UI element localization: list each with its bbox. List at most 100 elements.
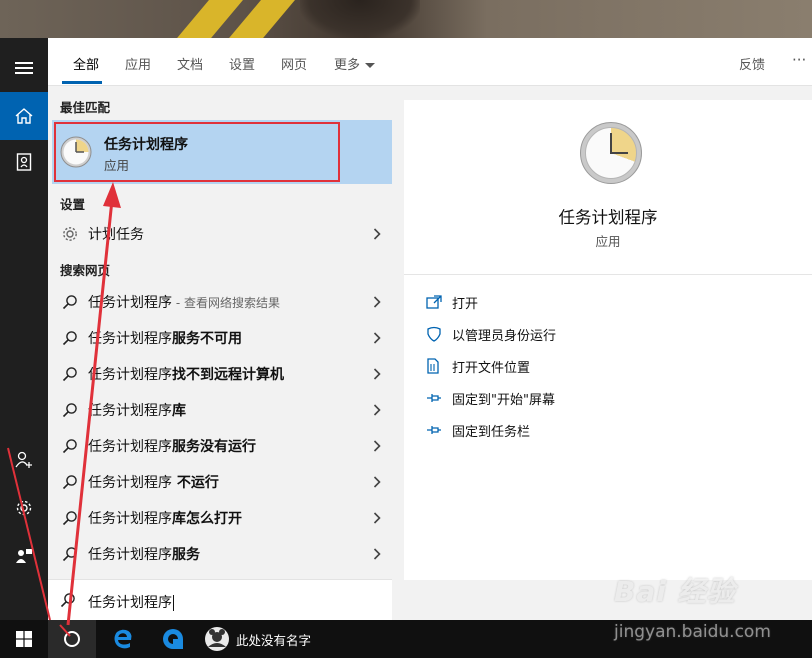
chevron-right-icon	[373, 404, 381, 416]
action-pin-to-taskbar[interactable]: 固定到任务栏	[426, 418, 530, 442]
search-icon	[62, 331, 77, 346]
tab-apps[interactable]: 应用	[125, 54, 151, 73]
action-open[interactable]: 打开	[426, 290, 478, 314]
tab-more[interactable]: 更多	[334, 54, 376, 73]
task-scheduler-large-icon	[580, 122, 642, 184]
text-caret	[173, 595, 174, 611]
chevron-right-icon	[373, 548, 381, 560]
results-list: 最佳匹配 任务计划程序 应用 设置 计划任务 搜索网页 任务计划程序 - 查看网…	[48, 86, 392, 579]
start-left-rail	[0, 38, 48, 620]
settings-button[interactable]	[0, 484, 48, 532]
action-label: 固定到"开始"屏幕	[452, 392, 555, 408]
web-result-bold: 服务不可用	[172, 331, 242, 347]
action-open-file-location[interactable]: 打开文件位置	[426, 354, 530, 378]
web-result-item[interactable]: 任务计划程序服务	[52, 537, 392, 571]
pin-icon	[427, 426, 441, 434]
chevron-right-icon	[373, 476, 381, 488]
web-result-text: 任务计划程序	[88, 475, 172, 491]
watermark-url: jingyan.baidu.com	[614, 622, 771, 642]
feedback-person-icon	[16, 549, 32, 563]
settings-item-label: 计划任务	[88, 227, 144, 243]
preview-subtitle: 应用	[595, 234, 621, 249]
action-run-as-admin[interactable]: 以管理员身份运行	[426, 322, 556, 346]
section-header-web: 搜索网页	[60, 263, 111, 278]
search-icon	[62, 295, 77, 310]
feedback-link[interactable]: 反馈	[739, 54, 765, 73]
web-result-item[interactable]: 任务计划程序服务没有运行	[52, 429, 392, 463]
web-result-hint: - 查看网络搜索结果	[172, 296, 280, 310]
tab-all[interactable]: 全部	[73, 54, 99, 73]
hamburger-menu-button[interactable]	[0, 44, 48, 92]
wallpaper-figure	[300, 0, 420, 38]
tab-documents[interactable]: 文档	[177, 54, 203, 73]
account-button[interactable]	[0, 436, 48, 484]
notebook-button[interactable]	[0, 138, 48, 186]
gear-icon	[16, 500, 32, 516]
preview-title: 任务计划程序	[558, 208, 658, 227]
blue-app-icon	[163, 629, 183, 649]
scheduled-task-icon	[63, 227, 77, 241]
web-result-item[interactable]: 任务计划程序找不到远程计算机	[52, 357, 392, 391]
web-result-item[interactable]: 任务计划程序服务不可用	[52, 321, 392, 355]
search-filter-tabs: 全部 应用 文档 设置 网页 更多 反馈 ···	[48, 38, 812, 86]
taskbar-edge-button[interactable]	[100, 620, 146, 658]
search-icon	[62, 439, 77, 454]
web-result-bold: 找不到远程计算机	[172, 367, 284, 383]
windows-logo-icon	[16, 631, 32, 647]
web-result-text: 任务计划程序	[88, 403, 172, 419]
chevron-right-icon	[373, 332, 381, 344]
chevron-right-icon	[373, 228, 381, 240]
web-result-bold: 不运行	[172, 475, 219, 491]
user-avatar-icon	[205, 627, 229, 651]
cortana-search-button[interactable]	[48, 620, 96, 658]
search-icon	[62, 403, 77, 418]
web-result-item[interactable]: 任务计划程序 不运行	[52, 465, 392, 499]
search-icon	[60, 593, 75, 608]
chevron-down-icon	[365, 63, 376, 68]
tab-web[interactable]: 网页	[281, 54, 307, 73]
chevron-right-icon	[373, 296, 381, 308]
open-icon	[426, 295, 442, 309]
tab-settings[interactable]: 设置	[229, 54, 255, 73]
preview-header: 任务计划程序 应用	[404, 100, 812, 275]
web-result-text: 任务计划程序	[88, 367, 172, 383]
hamburger-icon	[15, 62, 33, 74]
taskbar-app-button[interactable]	[150, 620, 196, 658]
web-result-item[interactable]: 任务计划程序库怎么打开	[52, 501, 392, 535]
web-result-bold: 服务没有运行	[172, 439, 256, 455]
cortana-circle-icon	[64, 631, 80, 647]
action-pin-to-start[interactable]: 固定到"开始"屏幕	[426, 386, 555, 410]
pin-icon	[427, 394, 441, 402]
tab-more-label: 更多	[334, 58, 361, 73]
web-result-bold: 服务	[172, 547, 200, 563]
annotation-highlight-box	[54, 122, 340, 182]
web-result-item[interactable]: 任务计划程序 - 查看网络搜索结果	[52, 285, 392, 319]
start-button[interactable]	[0, 620, 48, 658]
edge-browser-icon	[114, 629, 132, 649]
feedback-hub-button[interactable]	[0, 532, 48, 580]
web-result-text: 任务计划程序	[88, 439, 172, 455]
notebook-icon	[16, 153, 32, 171]
more-options-button[interactable]: ···	[792, 51, 806, 69]
baidu-jingyan-watermark: Bai 经验 jingyan.baidu.com	[614, 570, 774, 650]
web-result-item[interactable]: 任务计划程序库	[52, 393, 392, 427]
desktop-wallpaper	[0, 0, 812, 38]
chevron-right-icon	[373, 512, 381, 524]
chevron-right-icon	[373, 368, 381, 380]
home-button[interactable]	[0, 92, 48, 140]
section-header-best-match: 最佳匹配	[60, 100, 111, 115]
search-panel: 全部 应用 文档 设置 网页 更多 反馈 ··· 最佳匹配 任务计划程序 应用 …	[48, 38, 812, 620]
preview-pane: 任务计划程序 应用 打开 以管理员身份运行 打开文件位置 固定到"开始"屏幕 固…	[404, 100, 812, 580]
taskbar-user-button[interactable]: 此处没有名字	[204, 620, 324, 658]
action-label: 以管理员身份运行	[452, 328, 557, 344]
search-input-value: 任务计划程序	[88, 595, 172, 611]
web-result-text: 任务计划程序	[88, 511, 172, 527]
action-label: 打开文件位置	[452, 360, 531, 376]
home-icon	[15, 108, 33, 124]
web-result-text: 任务计划程序	[88, 295, 172, 311]
search-input[interactable]: 任务计划程序	[48, 579, 392, 620]
search-icon	[62, 367, 77, 382]
action-label: 打开	[452, 296, 479, 312]
settings-item-schedule-task[interactable]: 计划任务	[52, 217, 392, 251]
search-icon	[62, 475, 77, 490]
